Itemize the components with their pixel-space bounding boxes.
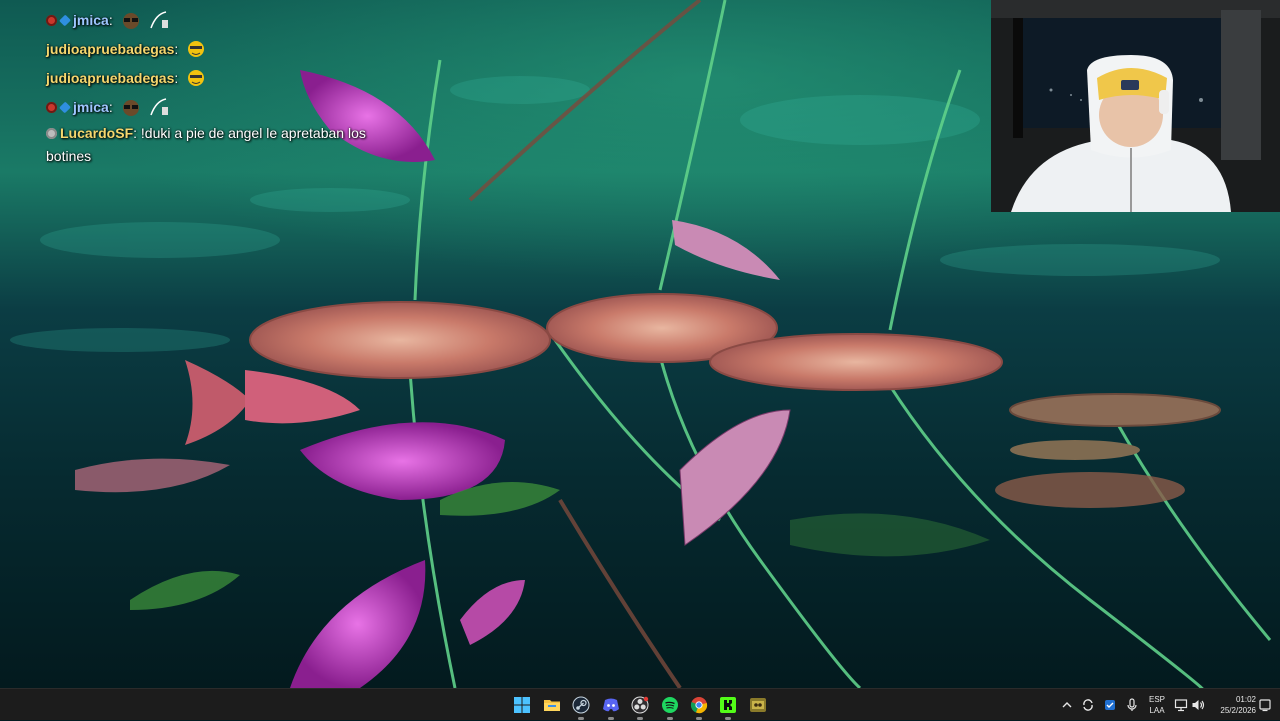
glasses-guy-emote-icon — [122, 100, 139, 116]
tray-app-button[interactable] — [1080, 689, 1096, 721]
chat-username: judioapruebadegas — [46, 70, 175, 86]
broom-emote-icon — [150, 11, 169, 29]
chat-separator: : — [174, 41, 179, 57]
network-button[interactable] — [1174, 689, 1188, 721]
clock-date: 25/2/2026 — [1220, 706, 1256, 715]
chat-message: jmica: — [46, 9, 376, 38]
kick-button[interactable] — [716, 693, 740, 720]
yellow-face-emote-icon — [188, 70, 205, 86]
app-status-icon — [1105, 700, 1115, 710]
steam-button[interactable] — [569, 693, 593, 720]
gem-badge-icon — [59, 14, 71, 27]
discord-icon — [603, 698, 619, 712]
keyboard-layout: LAA — [1149, 706, 1165, 715]
clock-button[interactable]: 01:02 25/2/2026 — [1208, 694, 1256, 716]
monitor-network-icon — [1174, 699, 1188, 712]
chat-username: LucardoSF — [60, 125, 134, 141]
gem-badge-icon — [59, 101, 71, 114]
speaker-icon — [1192, 700, 1205, 710]
windows-logo-icon — [514, 697, 530, 713]
start-button[interactable] — [510, 693, 534, 717]
game-icon — [750, 698, 766, 712]
microphone-icon — [1127, 698, 1137, 711]
show-hidden-icons-button[interactable] — [1060, 689, 1074, 721]
windows-taskbar: ESP LAA 01:02 25/2/2026 — [0, 688, 1280, 720]
subscriber-badge-icon — [46, 15, 57, 26]
spotify-button[interactable] — [658, 693, 682, 720]
glasses-guy-emote-icon — [122, 13, 139, 29]
stream-chat-overlay: jmica: judioapruebadegas: judioapruebade… — [46, 0, 376, 164]
chat-username: jmica — [73, 99, 109, 115]
game-app-button[interactable] — [746, 693, 770, 717]
language-indicator[interactable]: ESP LAA — [1146, 694, 1168, 716]
chat-message: judioapruebadegas: — [46, 67, 376, 96]
kick-icon — [720, 697, 736, 713]
chat-separator: : — [108, 12, 113, 28]
folder-icon — [544, 700, 560, 711]
chat-username: jmica — [73, 12, 109, 28]
tray-app-button[interactable] — [1102, 689, 1118, 721]
yellow-face-emote-icon — [188, 41, 205, 57]
spotify-icon — [662, 697, 678, 713]
notifications-button[interactable] — [1258, 689, 1272, 721]
chevron-up-icon — [1062, 702, 1072, 708]
streamer-webcam — [991, 0, 1280, 212]
chat-message: judioapruebadegas: — [46, 38, 376, 67]
obs-icon — [631, 696, 649, 714]
chat-separator: : — [174, 70, 179, 86]
chat-separator: : — [133, 125, 138, 141]
clock-time: 01:02 — [1235, 695, 1256, 704]
language-code: ESP — [1148, 695, 1165, 704]
viewer-badge-icon — [46, 128, 57, 139]
notification-bell-icon — [1259, 699, 1271, 712]
chat-message: jmica: — [46, 96, 376, 125]
microphone-button[interactable] — [1124, 689, 1140, 721]
chrome-button[interactable] — [687, 693, 711, 720]
chrome-icon — [690, 697, 708, 714]
sync-icon — [1083, 699, 1093, 711]
subscriber-badge-icon — [46, 102, 57, 113]
file-explorer-button[interactable] — [540, 693, 564, 717]
chat-username: judioapruebadegas — [46, 41, 175, 57]
discord-button[interactable] — [599, 693, 623, 720]
obs-button[interactable] — [628, 693, 652, 720]
broom-emote-icon — [150, 98, 169, 116]
chat-message: LucardoSF: !duki a pie de angel le apret… — [46, 122, 376, 168]
steam-icon — [572, 696, 590, 714]
volume-button[interactable] — [1191, 689, 1205, 721]
chat-separator: : — [108, 99, 113, 115]
